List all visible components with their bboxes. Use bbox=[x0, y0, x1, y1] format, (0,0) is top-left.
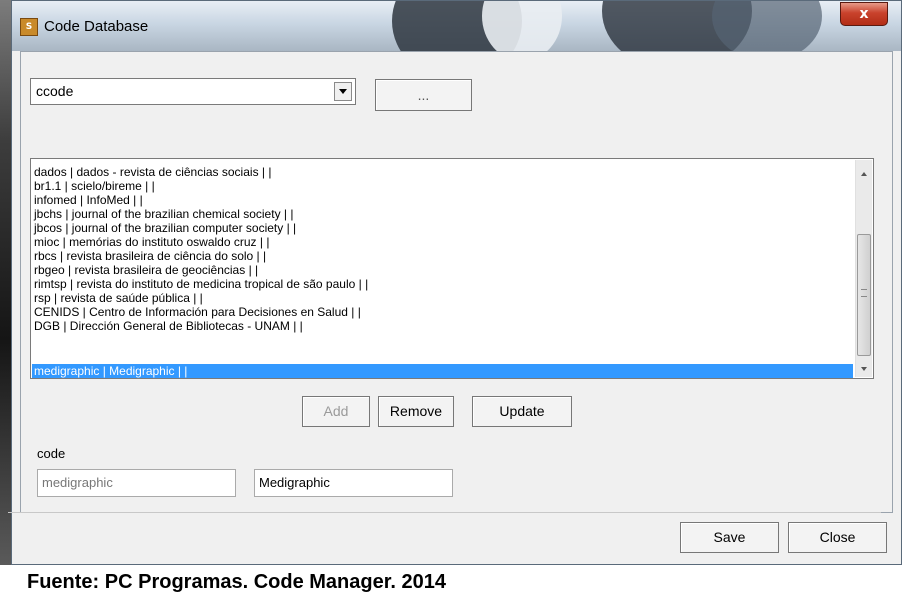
window-title: Code Database bbox=[44, 18, 149, 35]
list-item[interactable]: jbcos | journal of the brazilian compute… bbox=[34, 221, 296, 235]
list-item[interactable]: infomed | InfoMed | | bbox=[34, 193, 143, 207]
dropdown-button[interactable] bbox=[334, 82, 352, 101]
ellipsis-button-label: ... bbox=[417, 87, 430, 103]
code-field[interactable]: medigraphic bbox=[37, 469, 236, 497]
list-item[interactable]: CENIDS | Centro de Información para Deci… bbox=[34, 305, 361, 319]
add-button-label: Add bbox=[323, 403, 349, 419]
name-field-value: Medigraphic bbox=[259, 475, 330, 490]
figure-caption: Fuente: PC Programas. Code Manager. 2014 bbox=[27, 571, 447, 593]
list-item[interactable]: jbchs | journal of the brazilian chemica… bbox=[34, 207, 293, 221]
remove-button[interactable]: Remove bbox=[378, 396, 454, 427]
list-item[interactable]: rbgeo | revista brasileira de geociência… bbox=[34, 263, 258, 277]
list-item[interactable]: mioc | memórias do instituto oswaldo cru… bbox=[34, 235, 269, 249]
list-item[interactable]: rsp | revista de saúde pública | | bbox=[34, 291, 203, 305]
table-select-value: ccode bbox=[36, 83, 74, 99]
app-icon: S bbox=[20, 18, 38, 36]
title-bar[interactable]: S Code Database x bbox=[12, 1, 901, 51]
list-item[interactable]: br1.1 | scielo/bireme | | bbox=[34, 179, 155, 193]
list-item[interactable]: rbcs | revista brasileira de ciência do … bbox=[34, 249, 266, 263]
add-button[interactable]: Add bbox=[302, 396, 370, 427]
list-scrollbar[interactable] bbox=[855, 160, 872, 377]
close-button-label: Close bbox=[819, 529, 856, 545]
scroll-down-icon[interactable] bbox=[861, 367, 867, 371]
chevron-down-icon bbox=[339, 89, 347, 94]
close-button[interactable]: Close bbox=[788, 522, 887, 553]
table-select[interactable]: ccode bbox=[30, 78, 356, 105]
remove-button-label: Remove bbox=[389, 403, 443, 419]
save-button-label: Save bbox=[713, 529, 746, 545]
save-button[interactable]: Save bbox=[680, 522, 779, 553]
close-icon: x bbox=[859, 6, 869, 22]
divider bbox=[8, 512, 881, 513]
list-item[interactable]: dados | dados - revista de ciências soci… bbox=[34, 165, 271, 179]
code-field-value: medigraphic bbox=[42, 475, 113, 490]
name-field[interactable]: Medigraphic bbox=[254, 469, 453, 497]
screenshot: S Code Database x ccode ... dados | dado… bbox=[0, 0, 902, 565]
ellipsis-button[interactable]: ... bbox=[375, 79, 472, 111]
list-item-selected[interactable]: medigraphic | Medigraphic | | bbox=[32, 364, 853, 378]
window-close-button[interactable]: x bbox=[840, 2, 888, 26]
scroll-up-icon[interactable] bbox=[861, 172, 867, 176]
list-item[interactable]: DGB | Dirección General de Bibliotecas -… bbox=[34, 319, 303, 333]
list-item[interactable]: rimtsp | revista do instituto de medicin… bbox=[34, 277, 368, 291]
codes-list[interactable]: dados | dados - revista de ciências soci… bbox=[30, 158, 874, 379]
code-label: code bbox=[37, 446, 66, 461]
grip-icon bbox=[861, 289, 867, 297]
update-button[interactable]: Update bbox=[472, 396, 572, 427]
scroll-thumb[interactable] bbox=[857, 234, 871, 356]
update-button-label: Update bbox=[499, 403, 545, 419]
